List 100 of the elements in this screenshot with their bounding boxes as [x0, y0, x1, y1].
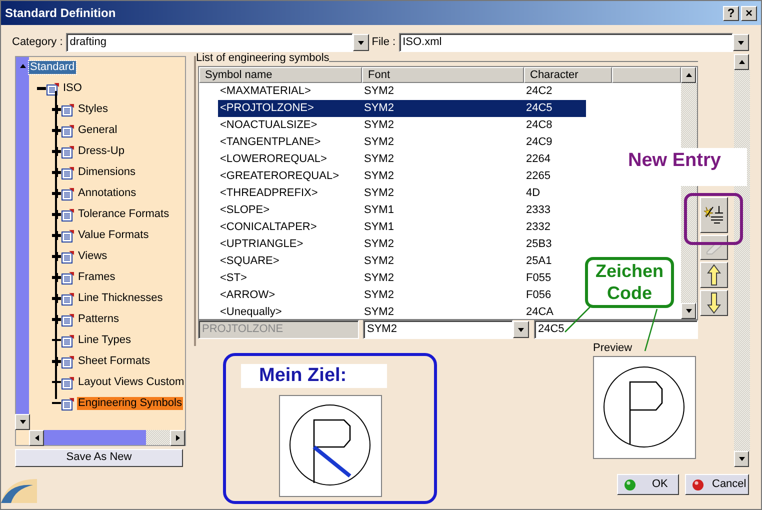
table-cell-text: <PROJTOLZONE>	[219, 102, 315, 116]
table-cell-text: <Unequally>	[219, 306, 283, 320]
tree-item[interactable]: Layout Views Custom	[77, 376, 186, 390]
tree-item[interactable]: Dimensions	[77, 166, 136, 180]
tree-item[interactable]: ISO	[62, 82, 83, 96]
scroll-down-button[interactable]	[681, 303, 696, 320]
save-as-new-button[interactable]: Save As New	[15, 449, 183, 467]
table-cell-text: F056	[525, 289, 552, 302]
table-row[interactable]: <CONICALTAPER> SYM1 2332	[218, 219, 586, 236]
scroll-down-button[interactable]	[734, 451, 749, 467]
tree-item[interactable]: Value Formats	[77, 228, 150, 242]
table-row[interactable]: <SLOPE> SYM1 2333	[218, 202, 586, 220]
document-icon	[61, 124, 75, 138]
document-icon	[46, 82, 60, 96]
cancel-button[interactable]: Cancel	[685, 474, 749, 495]
table-cell-text: <SQUARE>	[219, 255, 280, 268]
table-cell-text: 2332	[525, 221, 552, 234]
table-cell-text: 24C8	[525, 119, 554, 132]
dropdown-button[interactable]	[732, 34, 749, 51]
highlight-frame	[684, 193, 743, 245]
table-cell-text: 25B3	[525, 238, 553, 252]
tree-item[interactable]: Frames	[77, 270, 116, 284]
document-icon	[61, 228, 75, 242]
table-cell-text: 2265	[525, 170, 552, 184]
tree-item[interactable]: Styles	[77, 102, 109, 116]
tree-item[interactable]: Views	[77, 250, 108, 264]
table-cell-text: SYM2	[363, 255, 395, 268]
scroll-down-button[interactable]	[15, 414, 30, 430]
caret-up-icon	[684, 71, 692, 80]
table-row[interactable]: <NOACTUALSIZE> SYM2 24C8	[218, 117, 586, 134]
tree-item[interactable]: Line Thicknesses	[77, 292, 164, 306]
tree-item[interactable]: Line Types	[77, 334, 132, 348]
window-title: Standard Definition	[5, 6, 117, 20]
caret-down-icon	[736, 38, 745, 46]
table-row[interactable]: <TANGENTPLANE> SYM2 24C9	[218, 134, 586, 152]
scroll-up-button[interactable]	[681, 67, 696, 84]
close-button[interactable]: ×	[741, 6, 757, 20]
file-label: File :	[372, 36, 396, 50]
tree-item[interactable]: Patterns	[77, 312, 120, 326]
table-row[interactable]: <LOWEROREQUAL> SYM2 2264	[218, 151, 586, 168]
table-row[interactable]: <ARROW> SYM2 F056	[218, 287, 586, 304]
document-icon	[61, 376, 75, 390]
scroll-up-button[interactable]	[734, 54, 749, 70]
scroll-right-button[interactable]	[170, 430, 185, 446]
tree-item[interactable]: Engineering Symbols	[77, 396, 183, 410]
table-row[interactable]: <GREATEROREQUAL> SYM2 2265	[218, 168, 586, 186]
table-cell-text: SYM1	[363, 204, 395, 218]
dropdown-button[interactable]	[352, 34, 369, 51]
table-row[interactable]: <SQUARE> SYM2 25A1	[218, 253, 586, 270]
new-button[interactable]	[700, 197, 728, 234]
tree-item[interactable]: Standard	[29, 60, 76, 74]
category-label: Category :	[12, 36, 63, 50]
down-button[interactable]	[700, 290, 728, 316]
document-icon	[61, 102, 75, 116]
column-header[interactable]: Symbol name	[199, 67, 362, 84]
table-cell-text: <TANGENTPLANE>	[219, 136, 322, 150]
tree-item[interactable]: General	[77, 124, 118, 138]
table-row[interactable]: <ST> SYM2 F055	[218, 270, 586, 288]
column-header[interactable]: Font	[362, 67, 524, 84]
table-cell-text: <NOACTUALSIZE>	[219, 119, 318, 132]
document-icon	[61, 292, 75, 306]
scrollbar-thumb[interactable]	[146, 430, 170, 445]
tree-item[interactable]: Dress-Up	[77, 144, 126, 158]
file-dropdown[interactable]: ISO.xml	[398, 33, 733, 52]
table-cell-text: <ST>	[219, 272, 248, 286]
table-row[interactable]: <Unequally> SYM2 24CA	[218, 304, 586, 320]
caret-left-icon	[32, 434, 40, 442]
scroll-left-button[interactable]	[29, 430, 44, 446]
tree-item[interactable]: Annotations	[77, 186, 138, 200]
table-cell-text: <UPTRIANGLE>	[219, 238, 304, 252]
annotation-label: Mein Ziel:	[241, 364, 387, 388]
table-cell-text: SYM2	[363, 238, 395, 252]
column-header[interactable]: Character	[524, 67, 612, 84]
table-cell-text: SYM2	[363, 136, 395, 150]
new-symbol-icon	[703, 204, 725, 226]
tree-item[interactable]: Tolerance Formats	[77, 208, 170, 222]
table-row[interactable]: <PROJTOLZONE> SYM2 24C5	[218, 100, 586, 118]
table-cell-text: 4D	[525, 187, 542, 200]
dropdown-button[interactable]	[513, 321, 529, 338]
annotation-label: Zeichen Code	[585, 257, 674, 308]
character-field[interactable]: 24C5	[534, 320, 698, 340]
table-row[interactable]: <UPTRIANGLE> SYM2 25B3	[218, 236, 586, 254]
table-cell-text: 2333	[525, 204, 552, 218]
table-cell-text: <GREATEROREQUAL>	[219, 170, 340, 184]
table-row[interactable]: <MAXMATERIAL> SYM2 24C2	[218, 83, 586, 100]
font-dropdown[interactable]: SYM2	[363, 320, 513, 340]
table-cell-text: SYM2	[363, 102, 395, 116]
ok-button[interactable]: OK	[617, 474, 679, 495]
tree-item[interactable]: Sheet Formats	[77, 354, 152, 368]
leader-line	[644, 308, 658, 352]
help-button[interactable]: ?	[723, 6, 739, 20]
document-icon	[61, 186, 75, 200]
caret-down-icon	[684, 307, 692, 316]
group-title: List of engineering symbols	[196, 52, 330, 66]
up-button[interactable]	[700, 262, 728, 288]
document-icon	[61, 396, 75, 410]
table-cell-text: <CONICALTAPER>	[219, 221, 318, 234]
table-row[interactable]: <THREADPREFIX> SYM2 4D	[218, 185, 586, 202]
status-dot-icon	[624, 478, 636, 490]
category-dropdown[interactable]: drafting	[66, 33, 353, 52]
